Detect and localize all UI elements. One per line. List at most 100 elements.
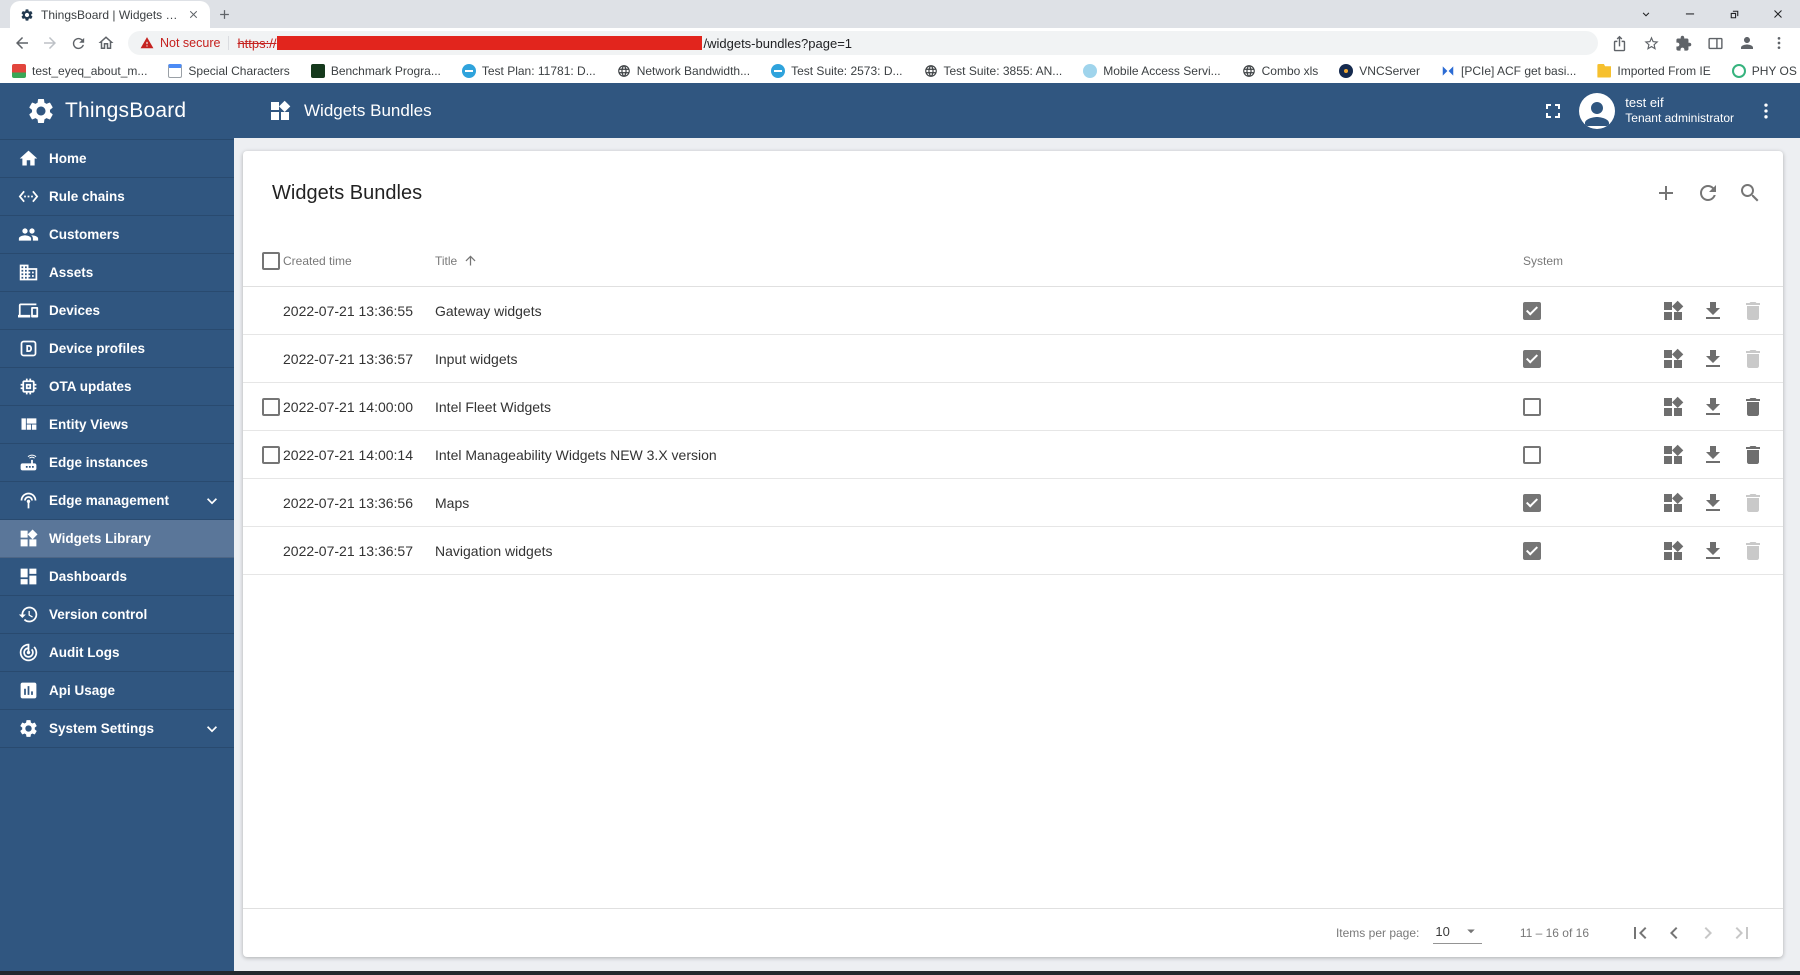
- back-icon: [13, 34, 31, 52]
- first-page-button[interactable]: [1623, 916, 1657, 950]
- bookmark[interactable]: Benchmark Progra...: [310, 63, 441, 78]
- table-row[interactable]: 2022-07-21 14:00:14 Intel Manageability …: [243, 431, 1783, 479]
- sidebar-item-device-profiles[interactable]: Device profiles: [0, 330, 234, 368]
- puzzle-icon: [1675, 35, 1692, 52]
- delete-widgets-bundle-button[interactable]: [1740, 442, 1766, 468]
- api-usage-icon: [18, 680, 39, 701]
- extensions-button[interactable]: [1670, 30, 1696, 56]
- tab-search-chevron-button[interactable]: [1624, 0, 1668, 28]
- user-menu-button[interactable]: [1748, 93, 1784, 129]
- sidebar-item-edge-instances[interactable]: Edge instances: [0, 444, 234, 482]
- reload-icon: [70, 35, 87, 52]
- widgets-icon: [1661, 443, 1685, 467]
- open-widgets-bundle-button[interactable]: [1660, 346, 1686, 372]
- bookmark[interactable]: Test Suite: 3855: AN...: [924, 64, 1062, 78]
- thingsboard-favicon: [20, 8, 34, 22]
- sidebar-item-audit-logs[interactable]: Audit Logs: [0, 634, 234, 672]
- sidebar-item-rule-chains[interactable]: Rule chains: [0, 178, 234, 216]
- created-time-cell: 2022-07-21 13:36:57: [283, 542, 413, 559]
- bookmark[interactable]: Test Plan: 11781: D...: [461, 63, 596, 78]
- bookmark-star-button[interactable]: [1638, 30, 1664, 56]
- delete-widgets-bundle-button[interactable]: [1740, 394, 1766, 420]
- minimize-button[interactable]: [1668, 0, 1712, 28]
- table-row[interactable]: 2022-07-21 13:36:56 Maps: [243, 479, 1783, 527]
- bookmark[interactable]: Network Bandwidth...: [617, 64, 750, 78]
- table-row[interactable]: 2022-07-21 13:36:55 Gateway widgets: [243, 287, 1783, 335]
- browser-menu-button[interactable]: [1766, 30, 1792, 56]
- sidebar-item-dashboards[interactable]: Dashboards: [0, 558, 234, 596]
- bookmark[interactable]: PHY OS 2041: [1731, 63, 1800, 78]
- side-panel-button[interactable]: [1702, 30, 1728, 56]
- sidebar-item-devices[interactable]: Devices: [0, 292, 234, 330]
- sidebar-item-edge-management[interactable]: Edge management: [0, 482, 234, 520]
- sidebar-item-widgets-library[interactable]: Widgets Library: [0, 520, 234, 558]
- sidebar-item-label: System Settings: [49, 721, 155, 736]
- select-all-checkbox[interactable]: [262, 251, 280, 270]
- sidebar-item-customers[interactable]: Customers: [0, 216, 234, 254]
- close-icon: [1771, 7, 1785, 21]
- export-widgets-bundle-button[interactable]: [1700, 538, 1726, 564]
- items-per-page-select[interactable]: 10: [1433, 922, 1482, 944]
- bookmark[interactable]: VNCServer: [1339, 63, 1420, 78]
- bookmark-label: Imported From IE: [1617, 63, 1711, 78]
- bookmark[interactable]: Test Suite: 2573: D...: [771, 63, 903, 78]
- address-bar[interactable]: Not secure https:// /widgets-bundles?pag…: [128, 31, 1598, 55]
- sidebar-item-version-control[interactable]: Version control: [0, 596, 234, 634]
- restore-button[interactable]: [1712, 0, 1756, 28]
- back-button[interactable]: [8, 29, 36, 57]
- table-row[interactable]: 2022-07-21 13:36:57 Input widgets: [243, 335, 1783, 383]
- sidebar-item-entity-views[interactable]: Entity Views: [0, 406, 234, 444]
- avatar[interactable]: [1579, 92, 1616, 129]
- export-widgets-bundle-button[interactable]: [1700, 490, 1726, 516]
- table-row[interactable]: 2022-07-21 14:00:00 Intel Fleet Widgets: [243, 383, 1783, 431]
- thingsboard-logo[interactable]: ThingsBoard: [0, 83, 234, 140]
- globe-icon: [924, 64, 938, 78]
- home-button[interactable]: [92, 29, 120, 57]
- created-time-cell: 2022-07-21 13:36:55: [283, 302, 413, 319]
- column-created-time[interactable]: Created time: [283, 254, 435, 268]
- row-checkbox[interactable]: [262, 445, 280, 464]
- previous-page-button[interactable]: [1657, 916, 1691, 950]
- share-button[interactable]: [1606, 30, 1632, 56]
- browser-tab[interactable]: ThingsBoard | Widgets Bundles: [10, 1, 210, 28]
- export-widgets-bundle-button[interactable]: [1700, 298, 1726, 324]
- export-widgets-bundle-button[interactable]: [1700, 394, 1726, 420]
- sidebar-item-api-usage[interactable]: Api Usage: [0, 672, 234, 710]
- bookmark[interactable]: Mobile Access Servi...: [1083, 63, 1221, 78]
- taskbar-edge: [0, 971, 1800, 975]
- row-checkbox[interactable]: [262, 397, 280, 416]
- sidebar-item-ota-updates[interactable]: OTA updates: [0, 368, 234, 406]
- bookmark[interactable]: test_eyeq_about_m...: [12, 63, 147, 78]
- table-row[interactable]: 2022-07-21 13:36:57 Navigation widgets: [243, 527, 1783, 575]
- fullscreen-button[interactable]: [1533, 91, 1573, 131]
- bookmark-folder[interactable]: Imported From IE: [1597, 63, 1711, 78]
- sidebar-item-assets[interactable]: Assets: [0, 254, 234, 292]
- refresh-button[interactable]: [1695, 180, 1721, 206]
- version-control-icon: [18, 604, 39, 625]
- export-widgets-bundle-button[interactable]: [1700, 442, 1726, 468]
- search-button[interactable]: [1737, 180, 1763, 206]
- bookmark[interactable]: Special Characters: [168, 63, 290, 78]
- open-widgets-bundle-button[interactable]: [1660, 298, 1686, 324]
- pagination-range: 11 – 16 of 16: [1519, 926, 1589, 940]
- open-widgets-bundle-button[interactable]: [1660, 394, 1686, 420]
- open-widgets-bundle-button[interactable]: [1660, 538, 1686, 564]
- bookmark[interactable]: Combo xls: [1242, 64, 1318, 78]
- bookmark-favicon: [310, 63, 325, 78]
- not-secure-label[interactable]: Not secure: [160, 36, 220, 50]
- export-widgets-bundle-button[interactable]: [1700, 346, 1726, 372]
- open-widgets-bundle-button[interactable]: [1660, 490, 1686, 516]
- profile-button[interactable]: [1734, 30, 1760, 56]
- forward-button[interactable]: [36, 29, 64, 57]
- close-button[interactable]: [1756, 0, 1800, 28]
- new-tab-button[interactable]: [210, 0, 238, 28]
- tab-close-icon[interactable]: [187, 8, 200, 21]
- bookmark[interactable]: [PCIe] ACF get basi...: [1441, 64, 1576, 78]
- reload-button[interactable]: [64, 29, 92, 57]
- column-title[interactable]: Title: [435, 253, 1523, 268]
- sidebar-item-home[interactable]: Home: [0, 140, 234, 178]
- sidebar-item-system-settings[interactable]: System Settings: [0, 710, 234, 748]
- bookmark-favicon: [461, 63, 476, 78]
- open-widgets-bundle-button[interactable]: [1660, 442, 1686, 468]
- add-widgets-bundle-button[interactable]: [1653, 180, 1679, 206]
